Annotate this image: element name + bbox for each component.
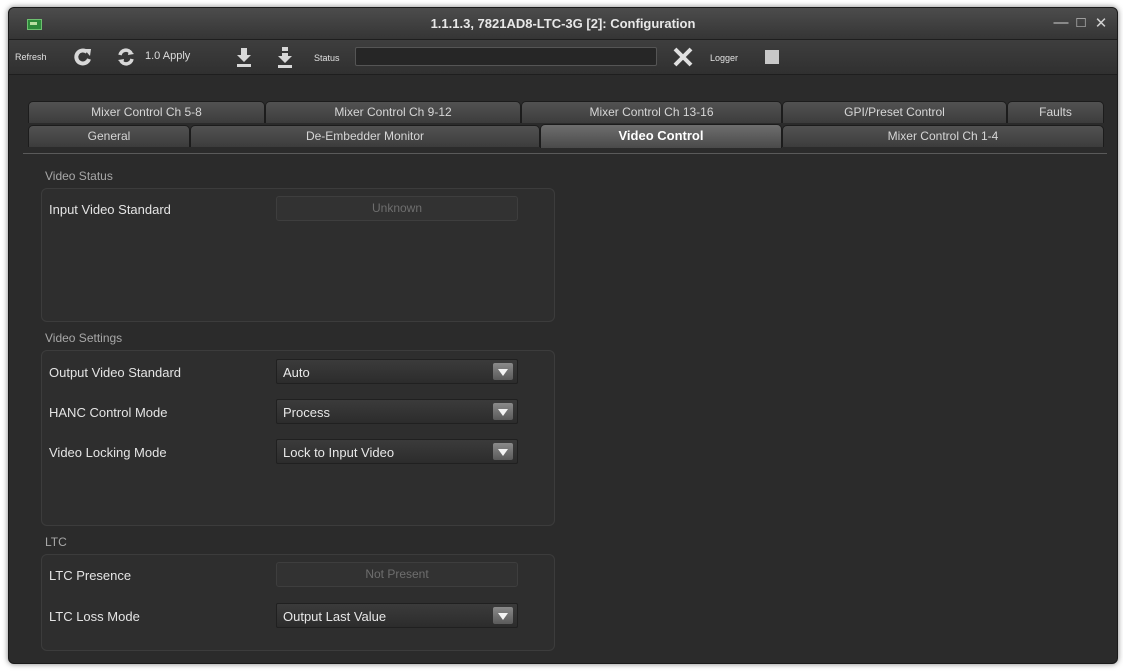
configuration-window: 1.1.1.3, 7821AD8-LTC-3G [2]: Configurati…	[8, 7, 1118, 664]
video-control-panel: Video Status Input Video Standard Unknow…	[23, 153, 1107, 654]
chevron-down-icon[interactable]	[493, 403, 513, 420]
tab-de-embedder-monitor[interactable]: De-Embedder Monitor	[190, 125, 540, 147]
status-field	[355, 47, 657, 66]
ltc-loss-mode-select[interactable]: Output Last Value	[276, 603, 518, 628]
window-title: 1.1.1.3, 7821AD8-LTC-3G [2]: Configurati…	[430, 16, 696, 31]
logger-icon[interactable]	[764, 49, 780, 70]
chevron-down-icon[interactable]	[493, 607, 513, 624]
input-video-standard-value: Unknown	[276, 196, 518, 221]
ltc-presence-label: LTC Presence	[49, 568, 132, 583]
tab-mixer-control-9-12[interactable]: Mixer Control Ch 9-12	[265, 101, 521, 123]
tab-video-control[interactable]: Video Control	[540, 124, 782, 148]
hanc-control-mode-label: HANC Control Mode	[49, 405, 168, 420]
ltc-loss-mode-value: Output Last Value	[283, 609, 387, 624]
title-bar[interactable]: 1.1.1.3, 7821AD8-LTC-3G [2]: Configurati…	[9, 8, 1117, 40]
maximize-icon[interactable]: □	[1073, 14, 1089, 32]
status-label: Status	[314, 53, 340, 63]
input-video-standard-label: Input Video Standard	[49, 202, 171, 217]
section-title-video-status: Video Status	[45, 169, 113, 183]
chevron-down-icon[interactable]	[493, 363, 513, 380]
toolbar: Refresh 1.0 Apply Status Logger	[9, 40, 1117, 75]
tab-mixer-control-1-4[interactable]: Mixer Control Ch 1-4	[782, 125, 1104, 147]
close-icon[interactable]: ✕	[1093, 14, 1109, 32]
output-video-standard-value: Auto	[283, 365, 310, 380]
ltc-presence-value: Not Present	[276, 562, 518, 587]
hanc-control-mode-select[interactable]: Process	[276, 399, 518, 424]
video-locking-mode-value: Lock to Input Video	[283, 445, 395, 460]
tab-gpi-preset-control[interactable]: GPI/Preset Control	[782, 101, 1007, 123]
section-title-video-settings: Video Settings	[45, 331, 123, 345]
minimize-icon[interactable]: —	[1053, 14, 1069, 32]
tab-mixer-control-13-16[interactable]: Mixer Control Ch 13-16	[521, 101, 782, 123]
hanc-control-mode-value: Process	[283, 405, 330, 420]
output-video-standard-label: Output Video Standard	[49, 365, 182, 380]
section-title-ltc: LTC	[45, 535, 67, 549]
output-video-standard-select[interactable]: Auto	[276, 359, 518, 384]
window-controls: — □ ✕	[1053, 14, 1109, 32]
video-locking-mode-label: Video Locking Mode	[49, 445, 167, 460]
refresh-label: Refresh	[15, 52, 47, 62]
ltc-group: LTC Presence Not Present LTC Loss Mode O…	[41, 554, 555, 651]
video-settings-group: Output Video Standard Auto HANC Control …	[41, 350, 555, 526]
clear-icon[interactable]	[672, 47, 694, 72]
refresh-icon[interactable]	[72, 46, 94, 73]
video-locking-mode-select[interactable]: Lock to Input Video	[276, 439, 518, 464]
tab-mixer-control-5-8[interactable]: Mixer Control Ch 5-8	[28, 101, 265, 123]
download-icon[interactable]	[234, 46, 254, 73]
video-status-group: Input Video Standard Unknown	[41, 188, 555, 322]
tab-general[interactable]: General	[28, 125, 190, 147]
logger-label: Logger	[710, 53, 739, 63]
sync-icon[interactable]	[115, 46, 137, 73]
download-all-icon[interactable]	[275, 46, 295, 73]
ltc-loss-mode-label: LTC Loss Mode	[49, 609, 140, 624]
tab-faults[interactable]: Faults	[1007, 101, 1104, 123]
apply-version-label[interactable]: 1.0 Apply	[145, 50, 190, 62]
chevron-down-icon[interactable]	[493, 443, 513, 460]
